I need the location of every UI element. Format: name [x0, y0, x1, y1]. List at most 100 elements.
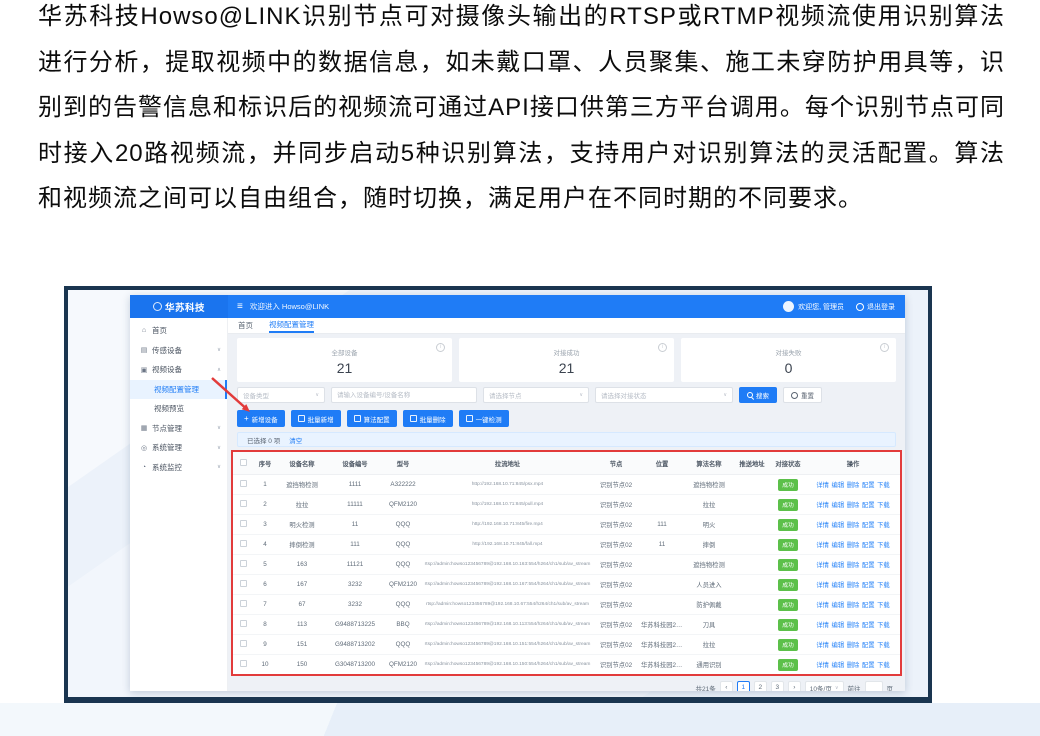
op-link[interactable]: 配置 [862, 582, 875, 589]
op-link[interactable]: 详情 [816, 622, 829, 629]
sidebar-item[interactable]: ▤传感设备∨ [130, 341, 227, 361]
op-link[interactable]: 配置 [862, 642, 875, 649]
pagination-page-button[interactable]: 1 [737, 681, 750, 691]
sidebar-item[interactable]: ▦节点管理∨ [130, 419, 227, 439]
op-link[interactable]: 详情 [816, 502, 829, 509]
op-link[interactable]: 下载 [877, 562, 890, 569]
op-link[interactable]: 详情 [816, 562, 829, 569]
reset-label: 重置 [801, 390, 814, 400]
logout-button[interactable]: 退出登录 [856, 302, 895, 312]
sidebar-item[interactable]: ◔系统监控∨ [130, 458, 227, 478]
sidebar-item[interactable]: ⌂首页 [130, 321, 227, 341]
op-link[interactable]: 下载 [877, 522, 890, 529]
clear-selection-link[interactable]: 清空 [289, 435, 302, 445]
table-cell: 6 [253, 575, 277, 595]
op-link[interactable]: 详情 [816, 602, 829, 609]
op-link[interactable]: 配置 [862, 522, 875, 529]
op-link[interactable]: 删除 [847, 642, 860, 649]
table-cell [734, 475, 770, 495]
table-cell: 5 [253, 555, 277, 575]
row-checkbox[interactable] [240, 500, 247, 507]
op-link[interactable]: 删除 [847, 662, 860, 669]
row-checkbox[interactable] [240, 640, 247, 647]
op-link[interactable]: 下载 [877, 502, 890, 509]
device-keyword-input[interactable] [331, 387, 477, 403]
row-checkbox[interactable] [240, 560, 247, 567]
sidebar-item[interactable]: ◎系统管理∨ [130, 438, 227, 458]
op-link[interactable]: 下载 [877, 542, 890, 549]
op-link[interactable]: 编辑 [832, 642, 845, 649]
op-link[interactable]: 删除 [847, 482, 860, 489]
tab-item[interactable]: 首页 [238, 318, 253, 333]
op-link[interactable]: 配置 [862, 622, 875, 629]
op-link[interactable]: 编辑 [832, 582, 845, 589]
row-checkbox[interactable] [240, 520, 247, 527]
op-link[interactable]: 详情 [816, 522, 829, 529]
op-link[interactable]: 删除 [847, 522, 860, 529]
sidebar-item[interactable]: 视频配置管理 [130, 380, 227, 400]
row-checkbox[interactable] [240, 540, 247, 547]
op-link[interactable]: 编辑 [832, 602, 845, 609]
row-checkbox[interactable] [240, 580, 247, 587]
menu-toggle-icon[interactable]: ≡ [237, 302, 243, 312]
op-link[interactable]: 详情 [816, 642, 829, 649]
sidebar-item[interactable]: ▣视频设备∧ [130, 360, 227, 380]
add-device-button[interactable]: +新增设备 [237, 410, 285, 427]
op-link[interactable]: 编辑 [832, 662, 845, 669]
row-checkbox[interactable] [240, 600, 247, 607]
sidebar-item-label: 首页 [152, 325, 167, 336]
one-key-check-button[interactable]: 一键检测 [459, 410, 509, 427]
op-link[interactable]: 配置 [862, 562, 875, 569]
op-link[interactable]: 编辑 [832, 542, 845, 549]
op-link[interactable]: 编辑 [832, 622, 845, 629]
op-link[interactable]: 下载 [877, 622, 890, 629]
pagination-prev-button[interactable]: ‹ [720, 681, 733, 691]
select-all-checkbox[interactable] [240, 459, 247, 466]
avatar [783, 301, 794, 312]
search-button[interactable]: 搜索 [739, 387, 777, 403]
reset-button[interactable]: 重置 [783, 387, 822, 403]
row-checkbox[interactable] [240, 620, 247, 627]
pagination-next-button[interactable]: › [788, 681, 801, 691]
device-type-select[interactable]: 设备类型∨ [237, 387, 325, 403]
batch-delete-button[interactable]: 批量删除 [403, 410, 453, 427]
op-link[interactable]: 删除 [847, 542, 860, 549]
op-link[interactable]: 详情 [816, 582, 829, 589]
sidebar-item[interactable]: 视频预览 [130, 399, 227, 419]
row-checkbox[interactable] [240, 480, 247, 487]
table-cell [734, 635, 770, 655]
op-link[interactable]: 配置 [862, 662, 875, 669]
op-link[interactable]: 下载 [877, 482, 890, 489]
op-link[interactable]: 配置 [862, 542, 875, 549]
row-checkbox[interactable] [240, 660, 247, 667]
op-link[interactable]: 删除 [847, 622, 860, 629]
goto-page-input[interactable] [865, 681, 883, 691]
op-link[interactable]: 配置 [862, 602, 875, 609]
op-link[interactable]: 删除 [847, 502, 860, 509]
op-link[interactable]: 详情 [816, 542, 829, 549]
algorithm-config-button[interactable]: 算法配置 [347, 410, 397, 427]
page-size-select[interactable]: 10条/页 ∨ [805, 681, 844, 691]
op-link[interactable]: 删除 [847, 562, 860, 569]
column-header: 位置 [640, 452, 684, 475]
op-link[interactable]: 编辑 [832, 522, 845, 529]
pagination-page-button[interactable]: 3 [771, 681, 784, 691]
tab-active[interactable]: 视频配置管理 [269, 318, 314, 333]
op-link[interactable]: 编辑 [832, 562, 845, 569]
node-select[interactable]: 请选择节点∨ [483, 387, 589, 403]
op-link[interactable]: 下载 [877, 662, 890, 669]
op-link[interactable]: 下载 [877, 602, 890, 609]
op-link[interactable]: 下载 [877, 582, 890, 589]
op-link[interactable]: 下载 [877, 642, 890, 649]
op-link[interactable]: 配置 [862, 482, 875, 489]
link-status-select[interactable]: 请选择对接状态∨ [595, 387, 733, 403]
pagination-page-button[interactable]: 2 [754, 681, 767, 691]
op-link[interactable]: 删除 [847, 582, 860, 589]
op-link[interactable]: 详情 [816, 482, 829, 489]
batch-add-button[interactable]: 批量新增 [291, 410, 341, 427]
op-link[interactable]: 删除 [847, 602, 860, 609]
op-link[interactable]: 详情 [816, 662, 829, 669]
op-link[interactable]: 编辑 [832, 482, 845, 489]
op-link[interactable]: 配置 [862, 502, 875, 509]
op-link[interactable]: 编辑 [832, 502, 845, 509]
